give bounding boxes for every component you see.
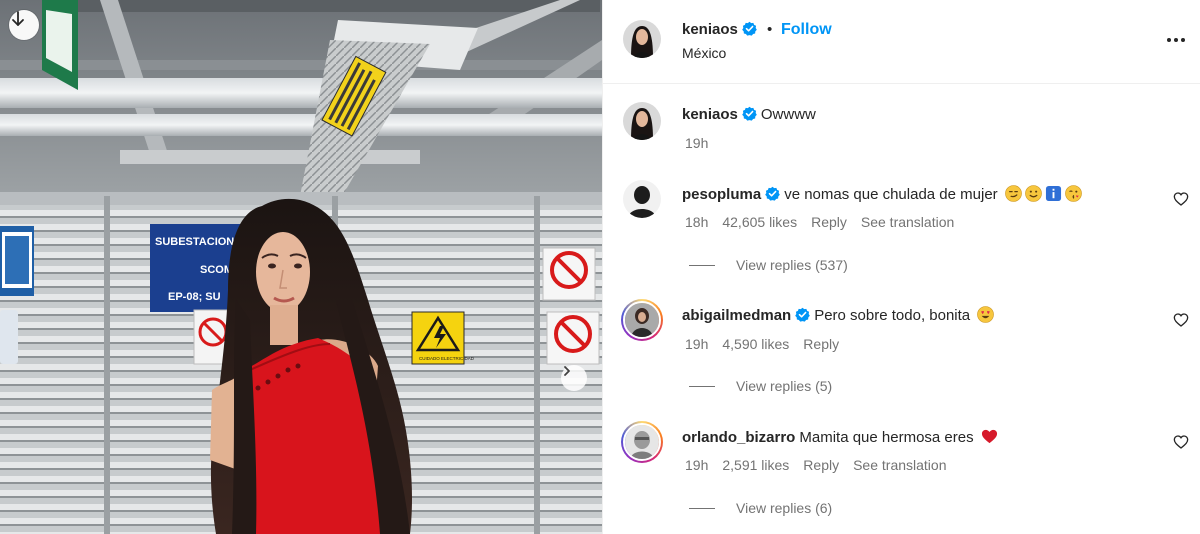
comment-meta: 18h 42,605 likes Reply See translation	[685, 214, 968, 230]
smirk-emoji-icon	[1005, 185, 1022, 202]
verified-icon	[795, 307, 811, 322]
caption: keniaos Owwww	[682, 106, 816, 123]
more-icon-dot	[1174, 38, 1178, 42]
comment-username[interactable]: abigailmedman	[682, 307, 791, 324]
reply-button[interactable]: Reply	[803, 457, 839, 473]
post-location[interactable]: México	[682, 45, 726, 61]
avatar-image	[625, 425, 659, 459]
chevron-right-icon	[564, 366, 570, 376]
comment-likes[interactable]: 4,590 likes	[722, 336, 789, 352]
comment-time[interactable]: 19h	[685, 336, 708, 352]
comment-text: Pero sobre todo, bonita	[814, 307, 971, 324]
smile-emoji-icon	[1025, 185, 1042, 202]
comment-meta: 19h 2,591 likes Reply See translation	[685, 457, 961, 473]
author-avatar[interactable]	[623, 20, 661, 58]
download-icon	[12, 11, 24, 26]
kiss-wink-emoji-icon	[1065, 185, 1082, 202]
caption-avatar[interactable]	[623, 102, 661, 140]
comment-pesopluma: pesopluma ve nomas que chulada de mujer	[682, 185, 1082, 203]
next-image-button[interactable]	[561, 365, 587, 391]
comment-likes[interactable]: 42,605 likes	[722, 214, 797, 230]
comment-orlando-bizarro: orlando_bizarro Mamita que hermosa eres	[682, 428, 998, 446]
more-options-button[interactable]	[1163, 30, 1189, 50]
see-translation-button[interactable]: See translation	[853, 457, 946, 473]
photo-illustration: SUBESTACION COM SCOM-0 EP-08; SU CUIDADO…	[0, 0, 602, 534]
verified-icon	[742, 21, 757, 36]
caption-username[interactable]: keniaos	[682, 106, 738, 123]
reply-button[interactable]: Reply	[803, 336, 839, 352]
like-comment-button[interactable]	[1173, 191, 1189, 207]
heart-outline-icon	[1173, 313, 1189, 327]
comment-meta: 19h 4,590 likes Reply	[685, 336, 853, 352]
post-photo[interactable]: SUBESTACION COM SCOM-0 EP-08; SU CUIDADO…	[0, 0, 602, 534]
author-username[interactable]: keniaos	[682, 21, 757, 38]
caption-meta: 19h	[685, 135, 722, 151]
avatar-image	[625, 303, 659, 337]
reply-button[interactable]: Reply	[811, 214, 847, 230]
comment-avatar-pesopluma[interactable]	[623, 180, 661, 218]
separator-dot: •	[767, 21, 773, 38]
replies-divider	[689, 385, 715, 387]
caption-text: Owwww	[760, 106, 816, 123]
verified-icon	[765, 186, 780, 201]
post-side-panel: keniaos • Follow México keniaos Owwww 19…	[602, 0, 1200, 534]
comment-text: ve nomas que chulada de mujer	[784, 186, 998, 203]
view-replies-button[interactable]: View replies (6)	[689, 500, 832, 516]
view-replies-label[interactable]: View replies (537)	[736, 257, 848, 273]
post-header: keniaos • Follow México	[603, 0, 1200, 84]
comment-abigailmedman: abigailmedman Pero sobre todo, bonita	[682, 306, 995, 324]
avatar-image	[623, 180, 661, 218]
electric-sign-text: CUIDADO ELECTRICIDAD	[419, 356, 475, 361]
substation-sign-text3: EP-08; SU	[168, 291, 221, 303]
comment-username[interactable]: orlando_bizarro	[682, 429, 795, 446]
red-heart-emoji-icon	[981, 429, 997, 444]
verified-icon	[742, 106, 757, 121]
comment-text: Mamita que hermosa eres	[799, 429, 974, 446]
comment-avatar-orlando-bizarro[interactable]	[621, 421, 663, 463]
like-comment-button[interactable]	[1173, 312, 1189, 328]
heart-outline-icon	[1173, 192, 1189, 206]
replies-divider	[689, 507, 715, 509]
avatar-inner	[623, 301, 661, 339]
replies-divider	[689, 264, 715, 266]
info-emoji-icon	[1045, 185, 1061, 202]
view-replies-label[interactable]: View replies (6)	[736, 500, 832, 516]
comment-time[interactable]: 18h	[685, 214, 708, 230]
view-replies-button[interactable]: View replies (5)	[689, 378, 832, 394]
follow-button[interactable]: Follow	[781, 21, 832, 39]
avatar-image	[623, 102, 661, 140]
heart-outline-icon	[1173, 435, 1189, 449]
view-replies-label[interactable]: View replies (5)	[736, 378, 832, 394]
view-replies-button[interactable]: View replies (537)	[689, 257, 848, 273]
comment-avatar-abigailmedman[interactable]	[621, 299, 663, 341]
see-translation-button[interactable]: See translation	[861, 214, 954, 230]
download-button[interactable]	[9, 10, 39, 40]
comment-time[interactable]: 19h	[685, 457, 708, 473]
avatar-image	[623, 20, 661, 58]
comment-likes[interactable]: 2,591 likes	[722, 457, 789, 473]
comment-username[interactable]: pesopluma	[682, 186, 761, 203]
caption-time[interactable]: 19h	[685, 135, 708, 151]
author-username-text[interactable]: keniaos	[682, 21, 738, 38]
more-icon-dot	[1181, 38, 1185, 42]
like-comment-button[interactable]	[1173, 434, 1189, 450]
more-icon-dot	[1167, 38, 1171, 42]
avatar-inner	[623, 423, 661, 461]
heart-eyes-emoji-icon	[977, 306, 995, 323]
